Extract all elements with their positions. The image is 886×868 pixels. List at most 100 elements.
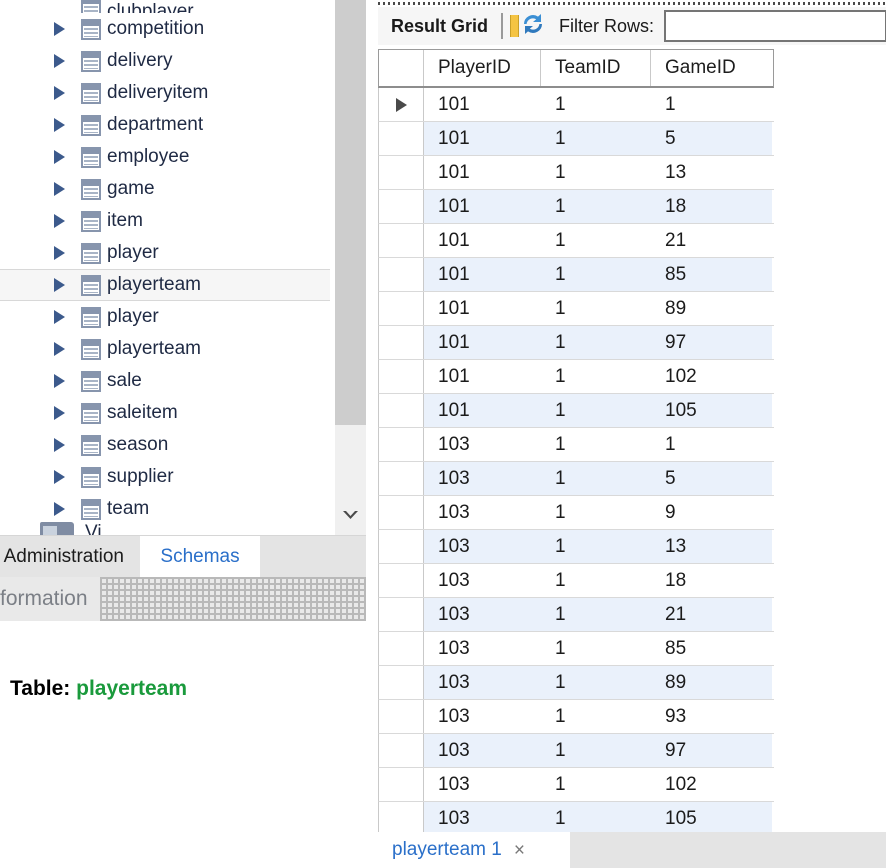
row-header-cell[interactable] <box>379 190 424 223</box>
table-row[interactable]: 101 1 5 <box>378 122 774 156</box>
cell-playerid[interactable]: 101 <box>424 122 541 155</box>
tree-item-delivery[interactable]: delivery <box>0 45 366 77</box>
cell-teamid[interactable]: 1 <box>541 768 651 801</box>
row-header-cell[interactable] <box>379 428 424 461</box>
row-header-cell[interactable] <box>379 666 424 699</box>
tree-item-playerteam[interactable]: playerteam <box>0 333 366 365</box>
cell-playerid[interactable]: 101 <box>424 88 541 121</box>
cell-teamid[interactable]: 1 <box>541 394 651 427</box>
cell-gameid[interactable]: 89 <box>651 666 772 699</box>
tree-item-department[interactable]: department <box>0 109 366 141</box>
cell-teamid[interactable]: 1 <box>541 224 651 257</box>
cell-teamid[interactable]: 1 <box>541 734 651 767</box>
grid-view-icon[interactable] <box>501 13 520 39</box>
table-row[interactable]: 103 1 93 <box>378 700 774 734</box>
table-row[interactable]: 101 1 21 <box>378 224 774 258</box>
table-row[interactable]: 101 1 13 <box>378 156 774 190</box>
tree-item-playerteam[interactable]: playerteam <box>0 269 330 301</box>
row-header-cell[interactable] <box>379 360 424 393</box>
tree-item-sale[interactable]: sale <box>0 365 366 397</box>
grid-header-gameid[interactable]: GameID <box>651 50 772 86</box>
cell-teamid[interactable]: 1 <box>541 190 651 223</box>
cell-playerid[interactable]: 101 <box>424 292 541 325</box>
expand-arrow-icon[interactable] <box>54 150 65 164</box>
table-row[interactable]: 103 1 1 <box>378 428 774 462</box>
tab-schemas[interactable]: Schemas <box>140 536 260 578</box>
cell-teamid[interactable]: 1 <box>541 156 651 189</box>
cell-gameid[interactable]: 105 <box>651 802 772 835</box>
row-header-cell[interactable] <box>379 530 424 563</box>
expand-arrow-icon[interactable] <box>54 502 65 516</box>
row-header-cell[interactable] <box>379 700 424 733</box>
table-row[interactable]: 103 1 9 <box>378 496 774 530</box>
expand-arrow-icon[interactable] <box>54 182 65 196</box>
cell-playerid[interactable]: 101 <box>424 258 541 291</box>
grid-header-playerid[interactable]: PlayerID <box>424 50 541 86</box>
tree-scrollbar-thumb[interactable] <box>335 0 366 425</box>
cell-gameid[interactable]: 13 <box>651 156 772 189</box>
cell-playerid[interactable]: 103 <box>424 530 541 563</box>
table-row[interactable]: 101 1 105 <box>378 394 774 428</box>
cell-playerid[interactable]: 103 <box>424 802 541 835</box>
cell-teamid[interactable]: 1 <box>541 122 651 155</box>
cell-teamid[interactable]: 1 <box>541 360 651 393</box>
expand-arrow-icon[interactable] <box>54 406 65 420</box>
tab-administration[interactable]: Administration <box>0 536 140 578</box>
row-header-cell[interactable] <box>379 462 424 495</box>
tree-item-season[interactable]: season <box>0 429 366 461</box>
table-row[interactable]: 103 1 105 <box>378 802 774 836</box>
cell-teamid[interactable]: 1 <box>541 700 651 733</box>
tree-item-saleitem[interactable]: saleitem <box>0 397 366 429</box>
cell-gameid[interactable]: 85 <box>651 258 772 291</box>
cell-gameid[interactable]: 102 <box>651 768 772 801</box>
row-header-cell[interactable] <box>379 496 424 529</box>
row-header-cell[interactable] <box>379 734 424 767</box>
cell-playerid[interactable]: 103 <box>424 632 541 665</box>
result-tab-playerteam-1[interactable]: playerteam 1 × <box>378 832 570 868</box>
row-header-cell[interactable] <box>379 802 424 835</box>
cell-playerid[interactable]: 103 <box>424 734 541 767</box>
cell-teamid[interactable]: 1 <box>541 632 651 665</box>
expand-arrow-icon[interactable] <box>54 246 65 260</box>
result-data-grid[interactable]: PlayerID TeamID GameID 101 1 1 101 1 5 101 1 13 1… <box>378 49 774 836</box>
expand-arrow-icon[interactable] <box>54 86 65 100</box>
cell-teamid[interactable]: 1 <box>541 530 651 563</box>
cell-playerid[interactable]: 103 <box>424 564 541 597</box>
expand-arrow-icon[interactable] <box>54 118 65 132</box>
refresh-icon[interactable] <box>519 11 547 42</box>
expand-arrow-icon[interactable] <box>54 342 65 356</box>
row-header-cell[interactable] <box>379 156 424 189</box>
cell-teamid[interactable]: 1 <box>541 666 651 699</box>
chevron-down-icon[interactable] <box>335 500 366 530</box>
table-row[interactable]: 103 1 18 <box>378 564 774 598</box>
cell-gameid[interactable]: 18 <box>651 564 772 597</box>
cell-playerid[interactable]: 103 <box>424 462 541 495</box>
expand-arrow-icon[interactable] <box>54 54 65 68</box>
cell-gameid[interactable]: 102 <box>651 360 772 393</box>
tree-item-player[interactable]: player <box>0 301 366 333</box>
expand-arrow-icon[interactable] <box>54 214 65 228</box>
cell-gameid[interactable]: 5 <box>651 122 772 155</box>
table-row[interactable]: 101 1 18 <box>378 190 774 224</box>
table-row[interactable]: 101 1 102 <box>378 360 774 394</box>
table-row[interactable]: 103 1 89 <box>378 666 774 700</box>
tree-item-supplier[interactable]: supplier <box>0 461 366 493</box>
cell-gameid[interactable]: 5 <box>651 462 772 495</box>
cell-playerid[interactable]: 103 <box>424 768 541 801</box>
cell-playerid[interactable]: 103 <box>424 496 541 529</box>
close-icon[interactable]: × <box>514 841 525 860</box>
cell-gameid[interactable]: 105 <box>651 394 772 427</box>
table-row[interactable]: 101 1 89 <box>378 292 774 326</box>
cell-teamid[interactable]: 1 <box>541 564 651 597</box>
tree-item-player[interactable]: player <box>0 237 366 269</box>
cell-playerid[interactable]: 101 <box>424 156 541 189</box>
row-header-cell[interactable] <box>379 564 424 597</box>
row-header-cell[interactable] <box>379 88 424 121</box>
cell-playerid[interactable]: 101 <box>424 224 541 257</box>
row-header-cell[interactable] <box>379 224 424 257</box>
cell-gameid[interactable]: 1 <box>651 88 772 121</box>
cell-teamid[interactable]: 1 <box>541 462 651 495</box>
tree-item-clubplayer[interactable]: clubplayer <box>0 0 366 13</box>
tree-item-views[interactable]: Vi <box>0 522 366 535</box>
cell-teamid[interactable]: 1 <box>541 258 651 291</box>
